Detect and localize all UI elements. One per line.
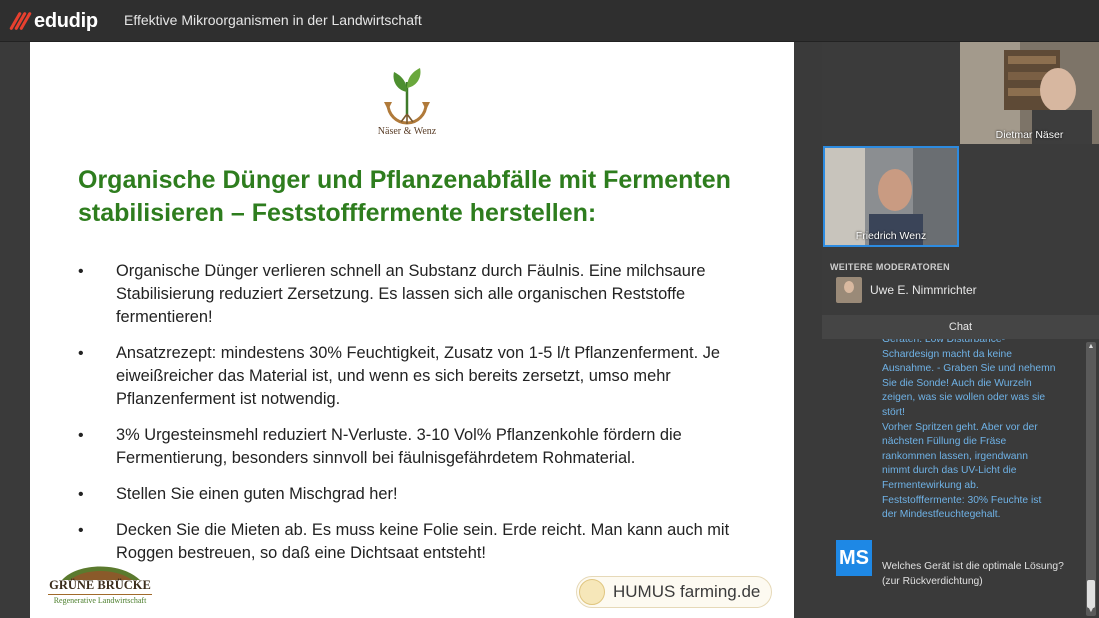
chat-message: Geräten. Low Disturbance- Schardesign ma… (882, 339, 1068, 523)
slide-logo-text: Näser & Wenz (377, 126, 437, 137)
chat-message-line: Geräten. Low Disturbance- (882, 339, 1006, 345)
scroll-down-icon[interactable]: ▼ (1086, 606, 1096, 616)
humus-farming-text: HUMUS farming.de (613, 582, 761, 601)
chat-message-line: nächsten Füllung die Fräse (882, 436, 1007, 448)
slide-title-line-1: Organische Dünger und Pflanzenabfälle mi… (78, 166, 731, 194)
chat-header[interactable]: Chat (822, 315, 1099, 339)
chat-body[interactable]: Geräten. Low Disturbance- Schardesign ma… (822, 339, 1099, 618)
video-tile-presenter-1[interactable]: Dietmar Näser (960, 42, 1099, 144)
chat-message-line: Schardesign macht da keine (882, 348, 1012, 360)
edudip-logo-icon (9, 10, 32, 32)
chat-message-line: stört! (882, 406, 905, 418)
scroll-up-icon[interactable]: ▲ (1086, 342, 1096, 352)
bullet-dot: • (78, 263, 84, 280)
chat-message-line: Feststofffermente: 30% Feuchte ist (882, 494, 1042, 506)
side-panel: Dietmar Näser Friedrich Wenz WEITERE MOD… (822, 42, 1099, 618)
presenter-2-name: Friedrich Wenz (855, 230, 927, 242)
bullet-text: Stellen Sie einen guten Mischgrad her! (116, 485, 398, 503)
bullet-item: • Stellen Sie einen guten Mischgrad her! (78, 483, 778, 506)
plant-cycle-icon (384, 68, 430, 125)
chat-message-line: nimmt durch das UV-Licht die (882, 465, 1017, 477)
bullet-text: Organische Dünger verlieren schnell an S… (116, 262, 706, 326)
video-tile-presenter-2[interactable]: Friedrich Wenz (823, 146, 959, 247)
bullet-dot: • (78, 522, 84, 539)
chat-message-line: Ausnahme. - Graben Sie und nehemn (882, 363, 1056, 375)
slide-title: Organische Dünger und Pflanzenabfälle mi… (78, 164, 778, 230)
chat-message-line: Sie die Sonde! Auch die Wurzeln (882, 377, 1032, 389)
webinar-title: Effektive Mikroorganismen in der Landwir… (124, 12, 422, 28)
moderator-item[interactable]: Uwe E. Nimmrichter (836, 277, 977, 303)
presentation-stage: Näser & Wenz Organische Dünger und Pflan… (0, 42, 822, 618)
slide: Näser & Wenz Organische Dünger und Pflan… (30, 42, 794, 618)
edudip-logo[interactable]: edudip (9, 9, 98, 33)
chat-message-line: zeigen, was sie wollen oder was sie (882, 392, 1046, 404)
bullet-item: • Ansatzrezept: mindestens 30% Feuchtigke… (78, 342, 778, 411)
bullet-list: • Organische Dünger verlieren schnell an … (78, 260, 778, 578)
naeser-wenz-logo: Näser & Wenz (374, 62, 440, 144)
bullet-item: • Decken Sie die Mieten ab. Es muss keine… (78, 519, 778, 565)
gruene-bruecke-title: GRÜNE BRÜCKE (49, 578, 151, 592)
gruene-bruecke-logo: GRÜNE BRÜCKE Regenerative Landwirtschaft (48, 560, 152, 610)
chat-scrollbar[interactable]: ▲ ▼ (1086, 342, 1096, 616)
bullet-dot: • (78, 486, 84, 503)
chat-message-line: der Mindestfeuchtegehalt. (882, 509, 1001, 521)
chat-message-line: rankommen lassen, irgendwann (882, 450, 1028, 462)
bullet-text: 3% Urgesteinsmehl reduziert N-Verluste. … (116, 426, 682, 467)
gruene-bruecke-subtitle: Regenerative Landwirtschaft (48, 594, 152, 605)
chat-message-line: Vorher Spritzen geht. Aber vor der (882, 421, 1038, 433)
top-bar: edudip Effektive Mikroorganismen in der … (0, 0, 1099, 42)
bullet-dot: • (78, 345, 84, 362)
logo-text: edudip (34, 9, 98, 32)
slide-title-line-2: stabilisieren – Feststofffermente herste… (78, 199, 597, 227)
chat-avatar: MS (836, 540, 872, 576)
humus-emblem-icon (579, 579, 605, 605)
chat-message: Welches Gerät ist die optimale Lösung? (… (882, 561, 1064, 587)
humus-farming-logo: HUMUS farming.de (576, 576, 772, 608)
scroll-thumb[interactable] (1087, 580, 1095, 608)
moderator-name: Uwe E. Nimmrichter (870, 283, 977, 297)
moderators-label: WEITERE MODERATOREN (830, 262, 950, 272)
chat-message-line: Fermentewirkung ab. (882, 479, 979, 491)
avatar (836, 277, 862, 303)
bullet-text: Ansatzrezept: mindestens 30% Feuchtigkei… (116, 344, 721, 408)
bullet-text: Decken Sie die Mieten ab. Es muss keine … (116, 521, 730, 562)
bullet-dot: • (78, 427, 84, 444)
bullet-item: • 3% Urgesteinsmehl reduziert N-Verluste.… (78, 424, 778, 470)
hill-icon (62, 566, 140, 580)
bullet-item: • Organische Dünger verlieren schnell an … (78, 260, 778, 329)
presenter-1-name: Dietmar Näser (995, 129, 1064, 141)
